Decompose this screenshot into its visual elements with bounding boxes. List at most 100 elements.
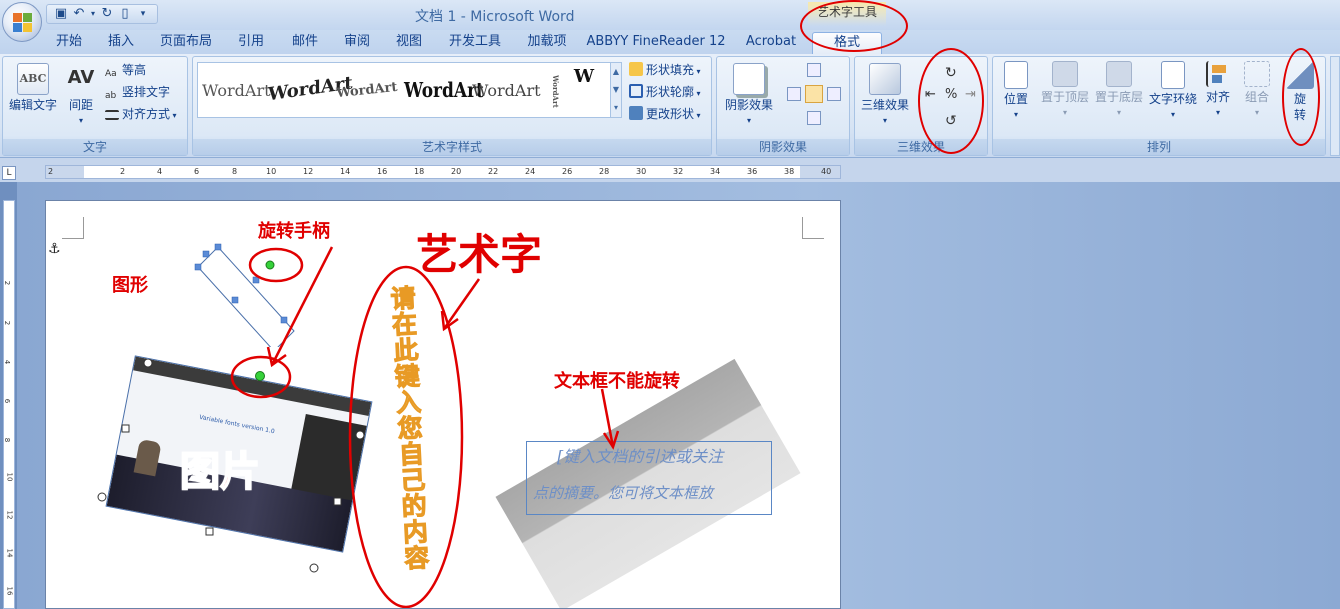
bring-front-button[interactable]: 置于顶层 ▾ [1037, 61, 1093, 121]
tab-selector[interactable]: L [2, 166, 16, 180]
position-label: 位置 [1003, 92, 1028, 106]
ruler-num: 22 [488, 167, 499, 176]
3d-dropdown-icon: ▾ [882, 116, 887, 125]
ruler-num: 8 [232, 167, 238, 176]
wordart-style-1[interactable]: WordArt [202, 69, 271, 113]
spacing-dropdown-icon: ▾ [78, 116, 83, 125]
spacing-button[interactable]: AV 间距 ▾ [61, 63, 101, 129]
wordart-style-3[interactable]: WordArt [334, 66, 400, 116]
group-button[interactable]: 组合 ▾ [1239, 61, 1275, 121]
group-arrange-label: 排列 [993, 139, 1325, 155]
vertical-text-button[interactable]: ab 竖排文字 [105, 83, 170, 101]
edit-text-button[interactable]: ABC 编辑文字 [5, 63, 61, 113]
undo-icon[interactable]: ↶ [71, 6, 87, 22]
3d-effects-button[interactable]: 三维效果 ▾ [857, 63, 913, 129]
shadow-toggle-icon[interactable] [805, 85, 823, 103]
oval-wordart [348, 265, 464, 608]
wordart-style-2[interactable]: WordArt [268, 65, 353, 118]
align-text-button[interactable]: 对齐方式 ▾ [105, 105, 177, 123]
wordart-style-7[interactable]: W [564, 63, 604, 107]
ruler-num: 4 [157, 167, 163, 176]
ruler-num: 10 [266, 167, 277, 176]
tab-abbyy[interactable]: ABBYY FineReader 12 [584, 32, 728, 54]
change-shape-label: 更改形状 [646, 107, 695, 121]
bring-front-icon [1052, 61, 1078, 87]
align-dropdown-icon: ▾ [1215, 108, 1220, 117]
ruler-num: 14 [340, 167, 351, 176]
tab-page-layout[interactable]: 页面布局 [152, 32, 220, 54]
office-button[interactable] [2, 2, 42, 42]
gallery-up-icon[interactable]: ▲ [611, 63, 621, 81]
print-icon[interactable]: ▯ [117, 6, 133, 22]
gallery-scrollbar[interactable]: ▲ ▼ ▾ [610, 62, 622, 118]
tab-insert[interactable]: 插入 [100, 32, 142, 54]
shape-outline-button[interactable]: 形状轮廓 ▾ [629, 83, 701, 101]
even-height-button[interactable]: Aa 等高 [105, 61, 146, 79]
gallery-more-icon[interactable]: ▾ [611, 99, 621, 117]
align-text-icon [105, 110, 119, 120]
group-wordart-styles-label: 艺术字样式 [193, 139, 711, 155]
vruler-num: 10 [5, 472, 14, 482]
text-wrap-button[interactable]: 文字环绕 ▾ [1145, 61, 1201, 123]
send-back-button[interactable]: 置于底层 ▾ [1091, 61, 1147, 121]
shape-fill-icon [629, 62, 643, 76]
tab-developer[interactable]: 开发工具 [440, 32, 510, 54]
group-icon [1244, 61, 1270, 87]
3d-effects-label: 三维效果 [860, 98, 909, 112]
ruler-num: 20 [451, 167, 462, 176]
change-shape-button[interactable]: 更改形状 ▾ [629, 105, 701, 123]
shape-fill-button[interactable]: 形状填充 ▾ [629, 61, 701, 79]
nudge-shadow-right-icon[interactable] [827, 87, 841, 101]
undo-dropdown-icon[interactable]: ▾ [89, 6, 97, 22]
horizontal-ruler[interactable]: 2 2 4 6 8 10 12 14 16 18 20 22 24 26 28 … [45, 165, 841, 179]
document-page[interactable]: ⚓ Variable fonts version 1.0 请在此键入您自己的内容… [45, 200, 841, 609]
nudge-shadow-up-icon[interactable] [807, 63, 821, 77]
group-arrange: 位置 ▾ 置于顶层 ▾ 置于底层 ▾ 文字环绕 ▾ 对齐 ▾ 组合 ▾ 旋 转 … [992, 56, 1326, 156]
annotation-strokes [230, 246, 620, 608]
oval-3d-tilt [918, 48, 984, 154]
group-dropdown-icon: ▾ [1254, 108, 1259, 117]
nudge-shadow-left-icon[interactable] [787, 87, 801, 101]
customize-icon[interactable]: ▾ [135, 6, 151, 22]
align-button[interactable]: 对齐 ▾ [1201, 61, 1235, 121]
tab-home[interactable]: 开始 [48, 32, 90, 54]
redo-icon[interactable]: ↻ [99, 6, 115, 22]
gallery-down-icon[interactable]: ▼ [611, 81, 621, 99]
tab-mailings[interactable]: 邮件 [284, 32, 326, 54]
ribbon-overflow [1330, 56, 1340, 156]
wordart-gallery[interactable]: WordArt WordArt WordArt WordArt WordArt … [197, 62, 611, 118]
tab-addins[interactable]: 加载项 [520, 32, 574, 54]
position-icon [1004, 61, 1028, 89]
arrow-wordart [442, 278, 481, 330]
wordart-style-5[interactable]: WordArt [472, 69, 541, 113]
tab-view[interactable]: 视图 [388, 32, 430, 54]
vertical-text-icon: ab [105, 91, 117, 101]
office-logo-icon [13, 13, 33, 33]
vruler-num: 4 [3, 359, 12, 365]
even-height-icon: Aa [105, 69, 117, 79]
tab-acrobat[interactable]: Acrobat [738, 32, 804, 54]
ribbon-tabs: 开始 插入 页面布局 引用 邮件 审阅 视图 开发工具 加载项 ABBYY Fi… [0, 30, 1340, 54]
vertical-ruler[interactable]: 2 2 4 6 8 10 12 14 16 [3, 200, 15, 609]
group-text-label: 文字 [3, 139, 187, 155]
ruler-num: 36 [747, 167, 758, 176]
shadow-effects-button[interactable]: 阴影效果 ▾ [721, 63, 777, 129]
save-icon[interactable]: ▣ [53, 6, 69, 22]
oval-picture-handle [230, 355, 292, 399]
nudge-shadow-down-icon[interactable] [807, 111, 821, 125]
3d-effects-icon [869, 63, 901, 95]
wordart-style-4[interactable]: WordArt [404, 65, 484, 118]
align-icon [1206, 61, 1230, 87]
tab-references[interactable]: 引用 [230, 32, 272, 54]
tab-review[interactable]: 审阅 [336, 32, 378, 54]
oval-rotation-handle [248, 247, 304, 283]
text-wrap-dropdown-icon: ▾ [1170, 110, 1175, 119]
vruler-num: 12 [5, 510, 14, 520]
even-height-label: 等高 [122, 63, 147, 77]
position-button[interactable]: 位置 ▾ [997, 61, 1035, 123]
ruler-num: 40 [821, 167, 832, 176]
wordart-style-6[interactable]: WordArt [538, 69, 560, 113]
text-wrap-label: 文字环绕 [1148, 92, 1197, 106]
change-shape-icon [629, 106, 643, 120]
shadow-effects-icon [733, 63, 765, 95]
